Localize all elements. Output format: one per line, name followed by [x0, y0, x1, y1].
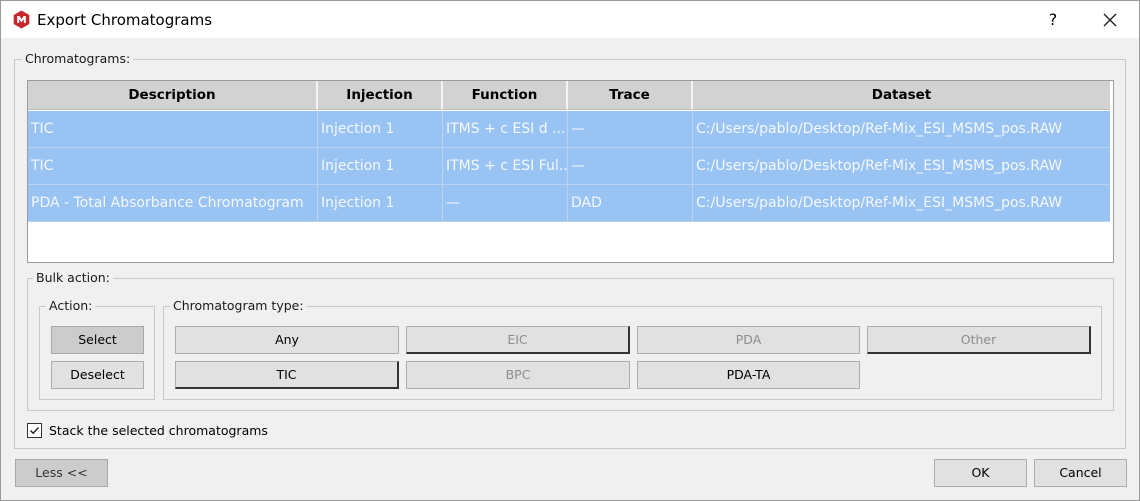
table-row[interactable]: TIC Injection 1 ITMS + c ESI Ful... — C:… — [28, 148, 1110, 185]
cell-trace: DAD — [568, 185, 693, 221]
cell-dataset: C:/Users/pablo/Desktop/Ref-Mix_ESI_MSMS_… — [696, 158, 1063, 174]
table-row[interactable]: PDA - Total Absorbance Chromatogram Inje… — [28, 185, 1110, 222]
chromatogram-type-group-label: Chromatogram type: — [170, 299, 307, 313]
stack-checkbox[interactable] — [27, 423, 42, 438]
type-eic-button[interactable]: EIC — [406, 326, 630, 354]
cell-function: — — [443, 185, 568, 221]
cell-trace: — — [568, 111, 693, 147]
help-button[interactable]: ? — [1041, 7, 1065, 33]
cell-injection: Injection 1 — [318, 111, 443, 147]
cell-description: PDA - Total Absorbance Chromatogram — [28, 185, 318, 221]
type-pda-ta-button[interactable]: PDA-TA — [637, 361, 860, 389]
table-row[interactable]: TIC Injection 1 ITMS + c ESI d ... — C:/… — [28, 111, 1110, 148]
cell-dataset: C:/Users/pablo/Desktop/Ref-Mix_ESI_MSMS_… — [696, 195, 1063, 211]
column-header-description[interactable]: Description — [28, 81, 318, 110]
close-icon[interactable] — [1097, 7, 1123, 33]
cell-function: ITMS + c ESI Ful... — [443, 148, 568, 184]
type-tic-button[interactable]: TIC — [175, 361, 399, 389]
title-bar: Export Chromatograms ? — [0, 0, 1140, 38]
cell-dataset: C:/Users/pablo/Desktop/Ref-Mix_ESI_MSMS_… — [696, 121, 1063, 137]
less-button[interactable]: Less << — [15, 459, 108, 487]
ok-button[interactable]: OK — [934, 459, 1027, 487]
cancel-button[interactable]: Cancel — [1034, 459, 1127, 487]
cell-function: ITMS + c ESI d ... — [443, 111, 568, 147]
window-title: Export Chromatograms — [37, 11, 213, 29]
cell-description: TIC — [28, 111, 318, 147]
app-logo-icon — [13, 10, 30, 29]
chromatogram-table: Description Injection Function Trace Dat… — [27, 80, 1114, 263]
deselect-button[interactable]: Deselect — [51, 361, 144, 389]
cell-description: TIC — [28, 148, 318, 184]
type-any-button[interactable]: Any — [175, 326, 399, 354]
column-header-trace[interactable]: Trace — [568, 81, 693, 110]
column-header-injection[interactable]: Injection — [318, 81, 443, 110]
cell-injection: Injection 1 — [318, 148, 443, 184]
type-other-button[interactable]: Other — [867, 326, 1091, 354]
table-header: Description Injection Function Trace Dat… — [28, 81, 1110, 110]
bulk-action-group-label: Bulk action: — [33, 271, 113, 285]
action-group-label: Action: — [46, 299, 96, 313]
checkmark-icon — [30, 427, 40, 435]
cell-injection: Injection 1 — [318, 185, 443, 221]
chromatograms-group-label: Chromatograms: — [22, 52, 134, 66]
type-bpc-button[interactable]: BPC — [406, 361, 630, 389]
select-button[interactable]: Select — [51, 326, 144, 354]
column-header-dataset[interactable]: Dataset — [693, 81, 1110, 110]
stack-checkbox-label: Stack the selected chromatograms — [49, 423, 268, 438]
column-header-function[interactable]: Function — [443, 81, 568, 110]
type-pda-button[interactable]: PDA — [637, 326, 860, 354]
cell-trace: — — [568, 148, 693, 184]
